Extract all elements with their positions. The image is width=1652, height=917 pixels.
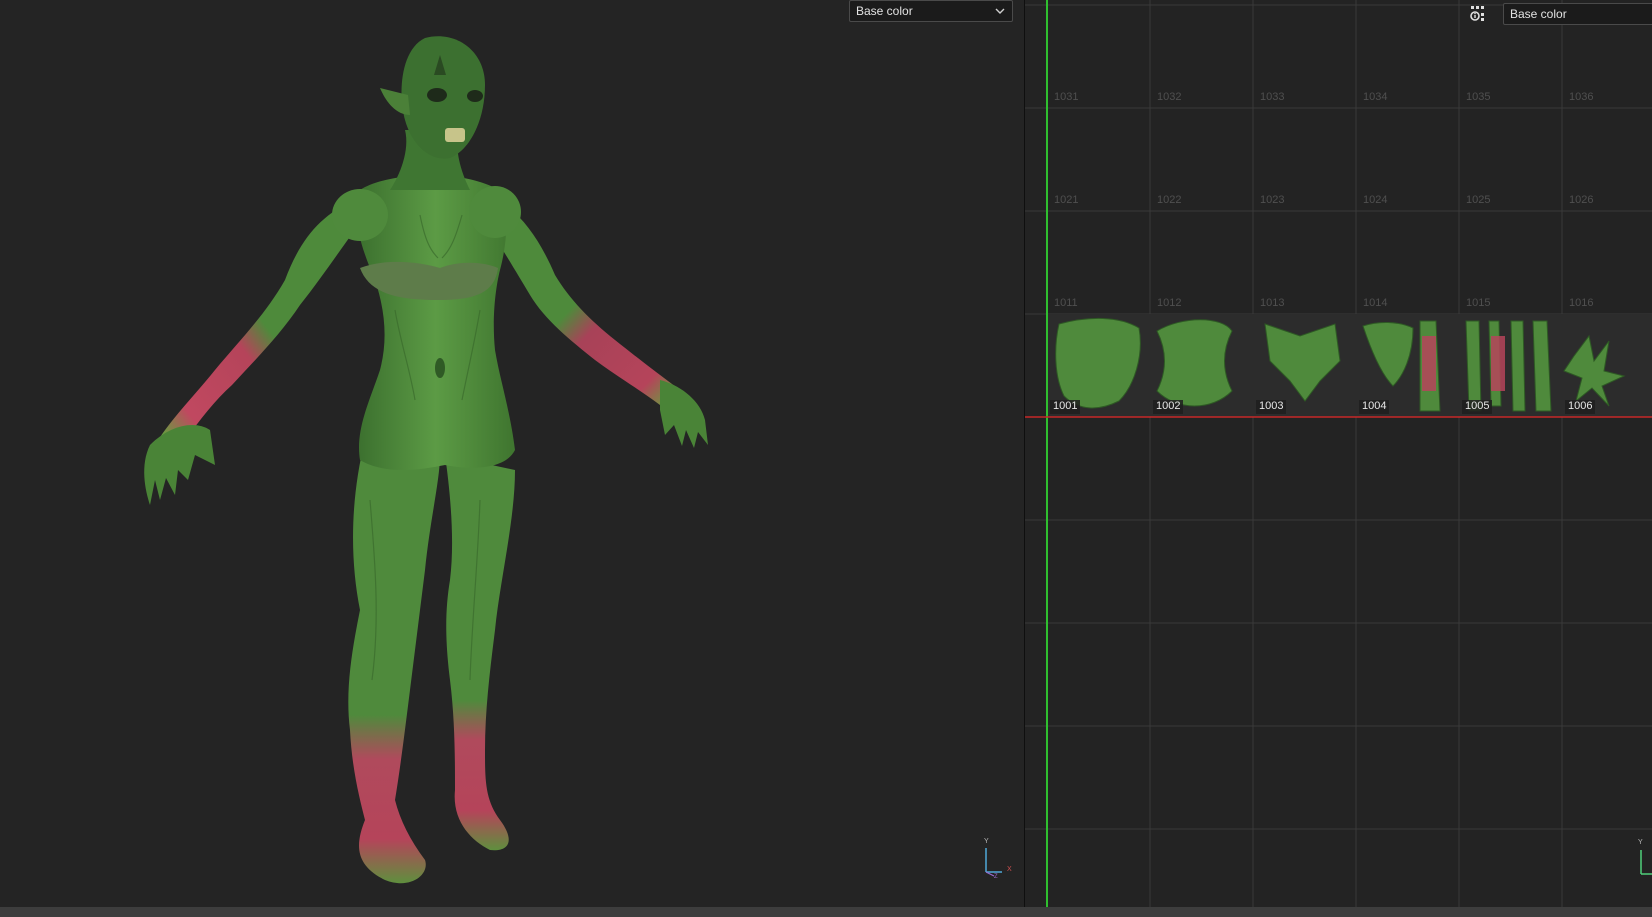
udim-tile-label: 1021 (1054, 194, 1079, 206)
udim-tile-label-active[interactable]: 1005 (1462, 400, 1493, 414)
udim-tile-label-active[interactable]: 1003 (1256, 400, 1287, 414)
udim-tile-label: 1026 (1569, 194, 1594, 206)
channel-select-value: Base color (856, 4, 913, 18)
udim-tile-label: 1022 (1157, 194, 1182, 206)
udim-tile-label: 1015 (1466, 297, 1491, 309)
uv-channel-select[interactable]: Base color (1503, 3, 1652, 25)
udim-tile-label: 1036 (1569, 91, 1594, 103)
chevron-down-icon (994, 1, 1006, 21)
uv-axis-gizmo: Y (1635, 838, 1652, 878)
uv-viewport[interactable]: 1031 1032 1033 1034 1035 1036 1021 1022 1023 1024… (1025, 0, 1652, 907)
axis-x-label: X (1007, 866, 1012, 873)
channel-select[interactable]: Base color (849, 0, 1013, 22)
udim-tile-label: 1023 (1260, 194, 1285, 206)
udim-tile-label: 1014 (1363, 297, 1388, 309)
right-hand (660, 380, 708, 448)
uv-channel-select-value: Base color (1510, 7, 1567, 21)
3d-viewport[interactable]: Base color Y X Z (0, 0, 1024, 907)
left-leg (348, 440, 440, 884)
axis-y-label: Y (984, 838, 989, 845)
udim-tile-label: 1032 (1157, 91, 1182, 103)
udim-tile-label: 1011 (1054, 297, 1078, 309)
uv-axis-y-label: Y (1638, 839, 1643, 846)
udim-tile-label: 1035 (1466, 91, 1491, 103)
udim-tile-label-active[interactable]: 1004 (1359, 400, 1390, 414)
udim-tile-label: 1024 (1363, 194, 1388, 206)
udim-tile-label: 1013 (1260, 297, 1285, 309)
udim-tile-label: 1025 (1466, 194, 1491, 206)
left-hand (144, 425, 215, 505)
udim-tile-label: 1034 (1363, 91, 1388, 103)
axis-z-label: Z (994, 874, 998, 880)
udim-tile-label: 1012 (1157, 297, 1182, 309)
character-model (144, 36, 708, 884)
udim-tile-label: 1016 (1569, 297, 1594, 309)
right-arm (490, 195, 700, 416)
uv-island-1002 (1156, 319, 1233, 407)
viewer-settings-icon[interactable] (1469, 4, 1489, 24)
udim-tile-label-active[interactable]: 1002 (1153, 400, 1184, 414)
udim-tile-label: 1033 (1260, 91, 1285, 103)
bottom-scrollbar[interactable] (0, 907, 1652, 917)
uv-grid (1025, 0, 1652, 907)
udim-tile-label-active[interactable]: 1001 (1050, 400, 1081, 414)
udim-tile-label-active[interactable]: 1006 (1565, 400, 1596, 414)
axis-gizmo: Y X Z (978, 838, 1018, 880)
udim-tile-label: 1031 (1054, 91, 1079, 103)
